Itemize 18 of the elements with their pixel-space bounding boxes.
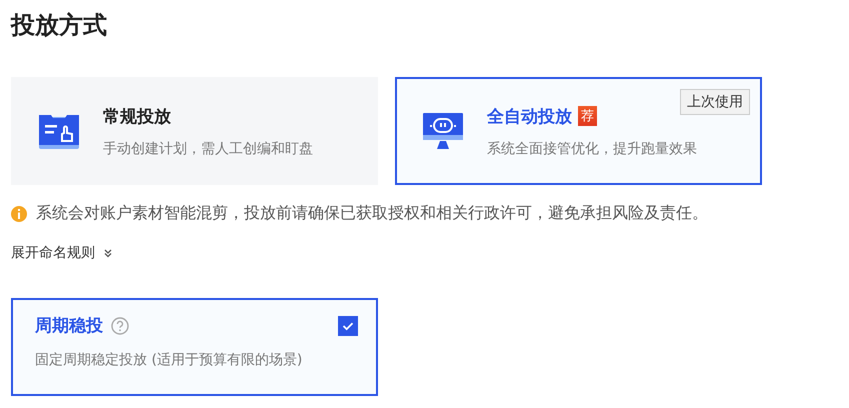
- recommend-badge: 荐: [578, 106, 597, 126]
- section-title: 投放方式: [11, 10, 108, 41]
- mode-card[interactable]: 常规投放 手动创建计划，需人工创编和盯盘: [11, 77, 378, 185]
- info-icon: [11, 206, 27, 222]
- checkbox[interactable]: [338, 316, 358, 336]
- option-name: 周期稳投: [35, 315, 103, 337]
- mode-description: 系统全面接管优化，提升跑量效果: [487, 140, 697, 158]
- option-card[interactable]: 周期稳投 固定周期稳定投放 (适用于预算有限的场景): [11, 298, 378, 396]
- expand-rules-link[interactable]: 展开命名规则: [11, 244, 113, 262]
- robot-monitor-icon: [421, 111, 465, 151]
- mode-description: 手动创建计划，需人工创编和盯盘: [103, 140, 313, 158]
- option-description: 固定周期稳定投放 (适用于预算有限的场景): [35, 351, 304, 369]
- mode-name: 全自动投放: [487, 106, 572, 128]
- last-used-tag: 上次使用: [680, 89, 750, 115]
- mode-card[interactable]: 上次使用 全自动投放 荐 系统全面接管优化，提升跑量效果: [395, 77, 762, 185]
- double-chevron-icon: [103, 248, 113, 258]
- mode-name: 常规投放: [103, 106, 171, 128]
- notice-text: 系统会对账户素材智能混剪，投放前请确保已获取授权和相关行政许可，避免承担风险及责任。: [36, 203, 708, 224]
